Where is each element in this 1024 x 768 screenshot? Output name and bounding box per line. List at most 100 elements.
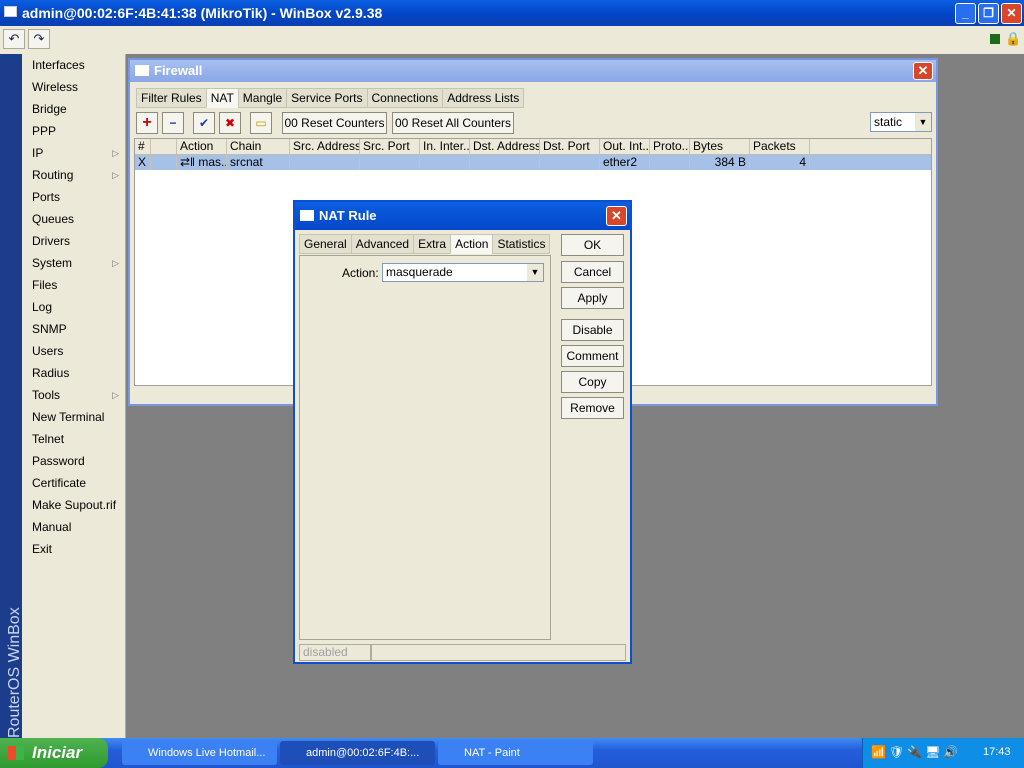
table-cell bbox=[151, 155, 177, 170]
ok-button[interactable]: OK bbox=[561, 234, 624, 256]
menu-item-interfaces[interactable]: Interfaces bbox=[22, 54, 125, 76]
menu-item-queues[interactable]: Queues bbox=[22, 208, 125, 230]
menu-item-radius[interactable]: Radius bbox=[22, 362, 125, 384]
menu-item-label: PPP bbox=[32, 124, 57, 138]
column-header[interactable]: Action bbox=[177, 139, 227, 154]
tab-action[interactable]: Action bbox=[450, 234, 494, 254]
action-panel: Action: masquerade ▼ bbox=[299, 255, 551, 640]
tab-connections[interactable]: Connections bbox=[366, 88, 444, 108]
column-header[interactable]: Dst. Port bbox=[540, 139, 600, 154]
taskbar-item[interactable]: admin@00:02:6F:4B:... bbox=[280, 741, 435, 765]
menu-item-log[interactable]: Log bbox=[22, 296, 125, 318]
menu-item-ports[interactable]: Ports bbox=[22, 186, 125, 208]
apply-button[interactable]: Apply bbox=[561, 287, 624, 309]
status-field-extra bbox=[371, 644, 626, 661]
enable-icon[interactable]: ✔ bbox=[193, 112, 215, 134]
menu-item-bridge[interactable]: Bridge bbox=[22, 98, 125, 120]
column-header[interactable] bbox=[151, 139, 177, 154]
disable-button[interactable]: Disable bbox=[561, 319, 624, 341]
menu-item-manual[interactable]: Manual bbox=[22, 516, 125, 538]
reset-all-counters-button[interactable]: 00 Reset All Counters bbox=[392, 112, 514, 134]
menu-item-drivers[interactable]: Drivers bbox=[22, 230, 125, 252]
column-header[interactable]: Out. Int... bbox=[600, 139, 650, 154]
action-select[interactable]: masquerade ▼ bbox=[382, 263, 544, 282]
column-header[interactable]: In. Inter... bbox=[420, 139, 470, 154]
menu-item-routing[interactable]: Routing ▷ bbox=[22, 164, 125, 186]
tab-advanced[interactable]: Advanced bbox=[350, 234, 415, 254]
nat-rule-close-button[interactable]: ✕ bbox=[606, 206, 627, 226]
firewall-close-button[interactable]: ✕ bbox=[913, 62, 933, 80]
table-row[interactable]: X ⇄‖ mas... srcnat ether2 384 B4 bbox=[135, 155, 931, 170]
column-header[interactable]: # bbox=[135, 139, 151, 154]
menu-item-exit[interactable]: Exit bbox=[22, 538, 125, 560]
tab-mangle[interactable]: Mangle bbox=[237, 88, 288, 108]
filter-select[interactable]: static ▼ bbox=[870, 112, 932, 132]
menu-item-tools[interactable]: Tools ▷ bbox=[22, 384, 125, 406]
menu-item-new-terminal[interactable]: New Terminal bbox=[22, 406, 125, 428]
redo-icon[interactable]: ↷ bbox=[28, 29, 50, 49]
menu-item-label: Drivers bbox=[32, 234, 70, 248]
menu-item-system[interactable]: System ▷ bbox=[22, 252, 125, 274]
menu-item-label: Certificate bbox=[32, 476, 87, 490]
action-label: Action: bbox=[342, 266, 379, 280]
undo-icon[interactable]: ↶ bbox=[3, 29, 25, 49]
column-header[interactable]: Chain bbox=[227, 139, 290, 154]
menu-item-ppp[interactable]: PPP bbox=[22, 120, 125, 142]
menu-item-label: Make Supout.rif bbox=[32, 498, 117, 512]
menu-item-certificate[interactable]: Certificate bbox=[22, 472, 125, 494]
menu-item-ip[interactable]: IP ▷ bbox=[22, 142, 125, 164]
menu-item-snmp[interactable]: SNMP bbox=[22, 318, 125, 340]
tab-extra[interactable]: Extra bbox=[413, 234, 452, 254]
firewall-title: Firewall bbox=[154, 63, 203, 78]
menu-item-label: Tools bbox=[32, 388, 61, 402]
close-button[interactable]: ✕ bbox=[1001, 3, 1022, 24]
tab-address-lists[interactable]: Address Lists bbox=[442, 88, 525, 108]
table-cell bbox=[360, 155, 420, 170]
tab-filter-rules[interactable]: Filter Rules bbox=[136, 88, 207, 108]
lock-icon: 🔒 bbox=[1005, 31, 1022, 46]
add-icon[interactable]: + bbox=[136, 112, 158, 134]
menu-item-password[interactable]: Password bbox=[22, 450, 125, 472]
remove-icon[interactable]: − bbox=[162, 112, 184, 134]
menu-item-files[interactable]: Files bbox=[22, 274, 125, 296]
copy-button[interactable]: Copy bbox=[561, 371, 624, 393]
menu-item-wireless[interactable]: Wireless bbox=[22, 76, 125, 98]
table-cell bbox=[420, 155, 470, 170]
tab-statistics[interactable]: Statistics bbox=[492, 234, 551, 254]
taskbar-item[interactable]: Windows Live Hotmail... bbox=[122, 741, 277, 765]
column-header[interactable]: Src. Port bbox=[360, 139, 420, 154]
menu-item-label: Ports bbox=[32, 190, 61, 204]
column-header[interactable]: Bytes bbox=[690, 139, 750, 154]
disable-icon[interactable]: ✖ bbox=[219, 112, 241, 134]
window-title: admin@00:02:6F:4B:41:38 (MikroTik) - Win… bbox=[22, 5, 383, 21]
start-button[interactable]: Iniciar bbox=[0, 738, 108, 768]
menu-item-label: Manual bbox=[32, 520, 72, 534]
tray-icons[interactable]: 📶🛡🔌🖥🔊 bbox=[871, 745, 961, 759]
menu-item-make-supout-rif[interactable]: Make Supout.rif bbox=[22, 494, 125, 516]
column-header[interactable]: Dst. Address bbox=[470, 139, 540, 154]
reset-counters-button[interactable]: 00 Reset Counters bbox=[282, 112, 387, 134]
menu-item-users[interactable]: Users bbox=[22, 340, 125, 362]
tab-service-ports[interactable]: Service Ports bbox=[286, 88, 368, 108]
table-cell bbox=[290, 155, 360, 170]
column-header[interactable]: Packets bbox=[750, 139, 810, 154]
menu-item-label: IP bbox=[32, 146, 44, 160]
menu-item-label: Interfaces bbox=[32, 58, 85, 72]
firewall-titlebar[interactable]: Firewall ✕ bbox=[130, 60, 936, 82]
status-field: disabled bbox=[299, 644, 371, 661]
comment-button[interactable]: Comment bbox=[561, 345, 624, 367]
nat-rule-titlebar[interactable]: NAT Rule ✕ bbox=[295, 202, 630, 230]
remove-button[interactable]: Remove bbox=[561, 397, 624, 419]
column-header[interactable]: Proto... bbox=[650, 139, 690, 154]
menu-item-telnet[interactable]: Telnet bbox=[22, 428, 125, 450]
tab-general[interactable]: General bbox=[299, 234, 352, 254]
column-header[interactable]: Src. Address bbox=[290, 139, 360, 154]
comment-icon[interactable]: ▭ bbox=[250, 112, 272, 134]
tab-nat[interactable]: NAT bbox=[205, 88, 239, 108]
cancel-button[interactable]: Cancel bbox=[561, 261, 624, 283]
minimize-button[interactable]: _ bbox=[955, 3, 976, 24]
menu-item-label: Password bbox=[32, 454, 85, 468]
maximize-button[interactable]: ❐ bbox=[978, 3, 999, 24]
table-cell: 4 bbox=[750, 155, 810, 170]
taskbar-item[interactable]: NAT - Paint bbox=[438, 741, 593, 765]
